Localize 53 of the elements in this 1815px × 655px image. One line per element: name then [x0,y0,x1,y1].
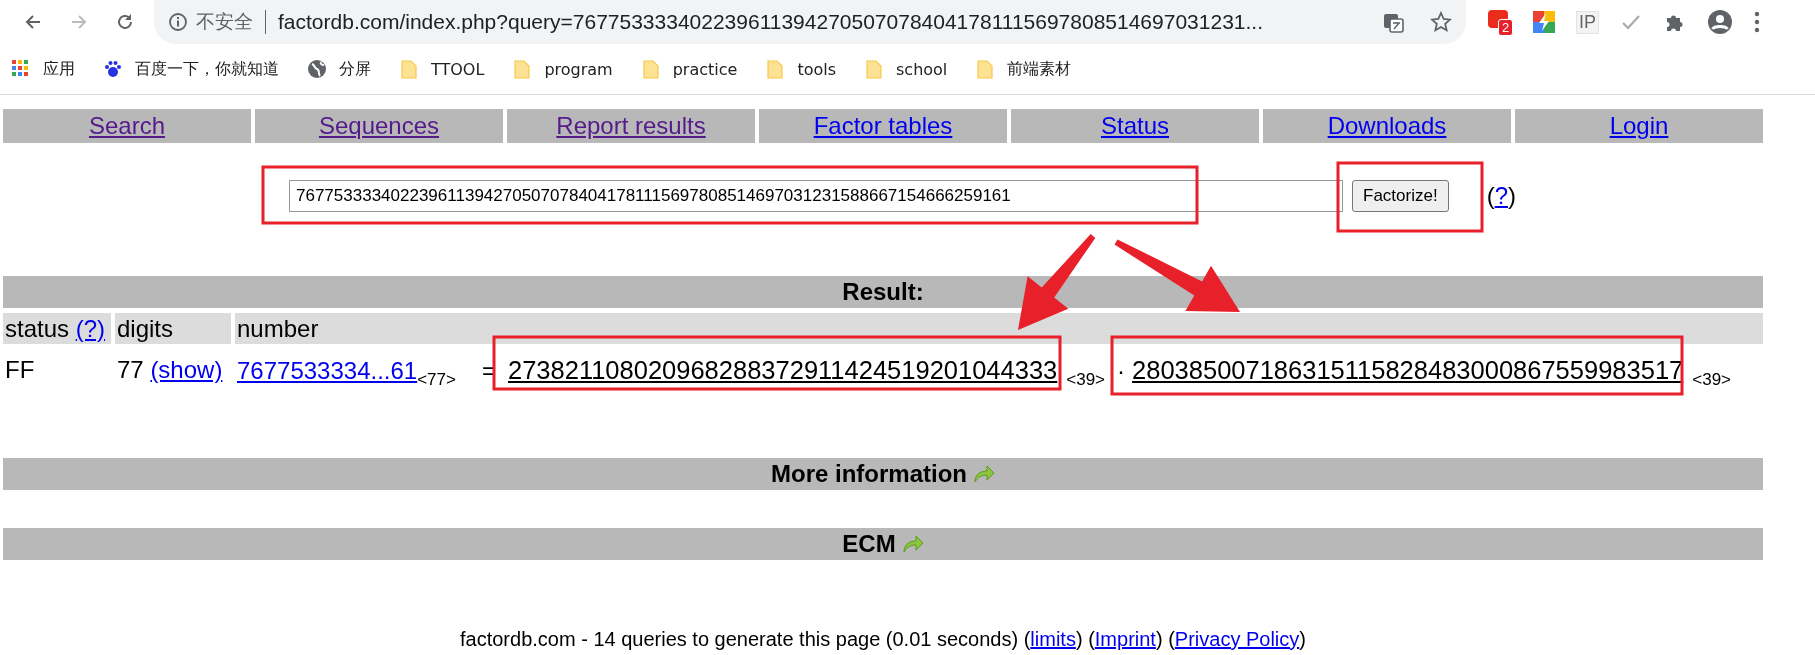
paren-text: ( [1088,628,1095,650]
digit-count: <39> [1066,370,1106,390]
bookmark[interactable]: 百度一下，你就知道 [103,58,279,80]
paren-text: ( [1486,182,1495,209]
bookmark[interactable]: program [512,59,613,79]
digit-count: <39> [1692,370,1731,390]
nav-link[interactable]: Status [1100,112,1169,139]
address-bar[interactable]: 不安全 factordb.com/index.php?query=7677533334022396113942705070784041781115697808514697031231... [154,0,1466,44]
paren-text: ) [1508,182,1516,209]
footer-link[interactable]: Imprint [1094,628,1156,650]
footer-link[interactable]: Privacy Policy [1174,628,1300,650]
paren-text: ) [1299,628,1306,650]
digit-count: 77 [117,356,144,383]
number-input-field[interactable]: 7677533334022396113942705070784041781115697808514697031231588667154666259161 [289,180,1343,212]
footer-text: factordb.com - 14 queries to generate this page (0.01 seconds) [460,628,1019,650]
nav-link[interactable]: Sequences [318,112,440,139]
factor-link[interactable]: 280385007186315115828483000867559983517 [1132,356,1684,385]
nav-link[interactable]: Login [1609,112,1669,139]
multiply-sign: · [1117,357,1126,385]
bookmark[interactable]: practice [640,59,738,79]
paren-text: ) [1155,628,1163,650]
nav-link[interactable]: Search [88,112,165,139]
bookmark[interactable]: TTOOL [399,59,485,79]
paren-text: ( [1168,628,1175,650]
digit-count: <77> [417,370,456,390]
help-link[interactable]: ? [1494,182,1508,209]
notification-badge: 2 [1498,19,1514,36]
number-link[interactable]: 7677533334...61 [237,357,418,385]
bookmark[interactable]: 应用 [11,58,75,80]
bookmark[interactable]: tools [765,59,836,79]
security-label: 不安全 [196,9,253,34]
table-cell-text: FF [4,355,36,385]
nav-link[interactable]: Report results [556,112,706,139]
factorize-button[interactable]: Factorize! [1352,180,1449,212]
footer-link[interactable]: limits [1030,628,1076,650]
nav-link[interactable]: Downloads [1327,112,1447,139]
factor-link[interactable]: 273821108020968288372911424519201044333 [507,356,1058,385]
paren-text: ) [1075,628,1083,650]
column-label: number [237,315,319,342]
show-link[interactable]: (show) [150,356,223,383]
column-label: status [5,315,70,342]
bookmark[interactable]: 前端素材 [975,58,1072,80]
bookmark[interactable]: 分屏 [307,58,371,80]
result-header: Result: [3,276,1763,308]
column-label: digits [117,315,174,342]
help-link[interactable]: (?) [75,315,106,342]
section-title: More information [771,459,967,489]
paren-text: ( [1023,628,1031,650]
bookmark[interactable]: school [864,59,948,79]
extension-button[interactable]: IP [1576,10,1599,34]
nav-link[interactable]: Factor tables [813,112,953,139]
url-text: factordb.com/index.php?query=7677533334022396113942705070784041781115697808514697031231... [278,10,1264,34]
section-title: ECM [842,529,896,559]
